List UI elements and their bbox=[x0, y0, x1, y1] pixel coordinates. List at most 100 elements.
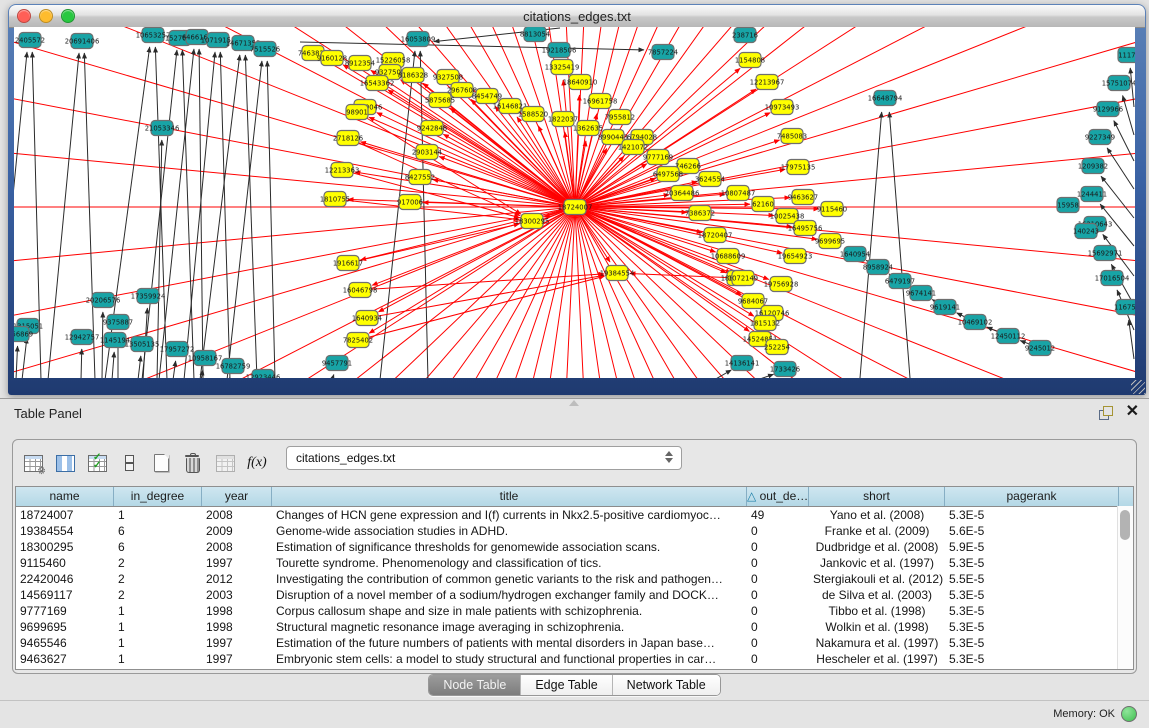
graph-node[interactable]: 1733426 bbox=[770, 362, 800, 377]
close-panel-icon[interactable]: ✕ bbox=[1126, 403, 1139, 421]
graph-node[interactable]: 9674141 bbox=[906, 286, 936, 301]
graph-node[interactable]: 238716 bbox=[732, 28, 758, 43]
table-row[interactable]: 1872400712008Changes of HCN gene express… bbox=[16, 507, 1133, 523]
graph-node[interactable]: 13325419 bbox=[545, 60, 580, 75]
graph-node[interactable]: 21053346 bbox=[145, 121, 180, 136]
graph-node[interactable]: 7955812 bbox=[605, 110, 635, 125]
graph-node[interactable]: 1815132 bbox=[750, 316, 780, 331]
table-header-row[interactable]: namein_degreeyeartitle△ out_de…shortpage… bbox=[16, 487, 1133, 507]
table-row[interactable]: 946554611997Estimation of the future num… bbox=[16, 635, 1133, 651]
graph-node[interactable]: 3624554 bbox=[695, 172, 725, 187]
graph-node[interactable]: 10807487 bbox=[721, 186, 756, 201]
column-header-pagerank[interactable]: pagerank bbox=[945, 487, 1119, 506]
column-header-year[interactable]: year bbox=[202, 487, 272, 506]
graph-node[interactable]: 9227349 bbox=[1085, 130, 1115, 145]
graph-node[interactable]: 8958924 bbox=[863, 260, 893, 275]
rows-icon[interactable] bbox=[119, 453, 139, 473]
row-check-icon[interactable]: ✓✓ bbox=[87, 453, 107, 473]
graph-node[interactable]: 14136141 bbox=[725, 356, 760, 371]
graph-node[interactable]: 16046798 bbox=[343, 283, 378, 298]
memory-status-icon[interactable] bbox=[1121, 706, 1137, 722]
graph-node[interactable]: 2405572 bbox=[15, 33, 45, 48]
table-settings-icon[interactable]: ⚙ bbox=[23, 453, 43, 473]
graph-node[interactable]: 12213967 bbox=[750, 75, 785, 90]
column-header-title[interactable]: title bbox=[272, 487, 747, 506]
graph-node[interactable]: 8186328 bbox=[398, 68, 428, 83]
table-row[interactable]: 946362711997Embryonic stem cells: a mode… bbox=[16, 651, 1133, 667]
graph-node[interactable]: 62160 bbox=[752, 197, 774, 212]
table-row[interactable]: 1456911722003Disruption of a novel membe… bbox=[16, 587, 1133, 603]
graph-node[interactable]: 17359924 bbox=[131, 289, 166, 304]
graph-node[interactable]: 5875685 bbox=[425, 93, 455, 108]
resize-grip-icon[interactable] bbox=[1131, 380, 1145, 394]
graph-node[interactable]: 9619141 bbox=[930, 300, 960, 315]
graph-node[interactable]: 9242848 bbox=[417, 121, 447, 136]
graph-node[interactable]: 2903144 bbox=[412, 145, 442, 160]
table-row[interactable]: 977716911998Corpus callosum shape and si… bbox=[16, 603, 1133, 619]
network-view-window[interactable]: citations_edges.txt 24055722069140610653… bbox=[8, 4, 1146, 395]
graph-node[interactable]: 9457791 bbox=[322, 356, 352, 371]
graph-node[interactable]: 1640954 bbox=[840, 247, 870, 262]
table-row[interactable]: 1830029562008Estimation of significance … bbox=[16, 539, 1133, 555]
graph-node[interactable]: 1588520 bbox=[518, 107, 548, 122]
graph-node[interactable]: 15751074 bbox=[1102, 76, 1135, 91]
graph-node[interactable]: 116753 bbox=[1114, 300, 1135, 315]
graph-node[interactable]: 7386372 bbox=[685, 206, 715, 221]
column-chooser-icon[interactable] bbox=[55, 453, 75, 473]
graph-node[interactable]: 8813054 bbox=[520, 27, 550, 42]
graph-node[interactable]: 19654923 bbox=[778, 249, 813, 264]
float-panel-icon[interactable] bbox=[1099, 406, 1113, 420]
graph-node[interactable]: 1810755 bbox=[320, 192, 350, 207]
table-body[interactable]: 1872400712008Changes of HCN gene express… bbox=[16, 507, 1133, 667]
graph-node[interactable]: 15692971 bbox=[1088, 246, 1123, 261]
graph-node[interactable]: 2718126 bbox=[333, 131, 363, 146]
graph-node[interactable]: 16648794 bbox=[868, 91, 903, 106]
graph-node[interactable]: 9129966 bbox=[1093, 102, 1123, 117]
graph-node[interactable]: 7485083 bbox=[777, 129, 807, 144]
graph-node[interactable]: 9245012 bbox=[1025, 341, 1055, 356]
column-header-in_degree[interactable]: in_degree bbox=[114, 487, 202, 506]
graph-node[interactable]: 19218506 bbox=[542, 43, 577, 58]
table-selector-dropdown[interactable]: citations_edges.txt bbox=[286, 446, 682, 470]
graph-node[interactable]: 19756928 bbox=[764, 277, 799, 292]
function-builder-icon[interactable]: f(x) bbox=[247, 453, 267, 473]
tab-node-table[interactable]: Node Table bbox=[429, 675, 520, 695]
graph-node[interactable]: 7825402 bbox=[343, 333, 373, 348]
graph-node[interactable]: 9115460 bbox=[817, 202, 847, 217]
graph-node[interactable]: 16961758 bbox=[583, 94, 618, 109]
graph-node[interactable]: 9777169 bbox=[643, 150, 673, 165]
graph-node[interactable]: 15958 bbox=[1057, 198, 1079, 213]
column-header-name[interactable]: name bbox=[16, 487, 114, 506]
graph-node[interactable]: 6497568 bbox=[653, 167, 683, 182]
window-titlebar[interactable]: citations_edges.txt bbox=[9, 5, 1145, 28]
tab-network-table[interactable]: Network Table bbox=[612, 675, 720, 695]
graph-node[interactable]: 11172 bbox=[1118, 48, 1135, 63]
graph-node[interactable]: 140243 bbox=[1073, 224, 1099, 239]
graph-node[interactable]: 8912354 bbox=[345, 56, 375, 71]
graph-node[interactable]: 18720407 bbox=[698, 228, 733, 243]
graph-node[interactable]: 252254 bbox=[764, 340, 790, 355]
graph-node[interactable]: 9375887 bbox=[103, 315, 133, 330]
trash-icon[interactable] bbox=[183, 453, 203, 473]
graph-node[interactable]: 1916617 bbox=[333, 256, 363, 271]
table-row[interactable]: 911546021997Tourette syndrome. Phenomeno… bbox=[16, 555, 1133, 571]
graph-node[interactable]: 20691406 bbox=[65, 34, 100, 49]
column-header-out_de[interactable]: △ out_de… bbox=[747, 487, 809, 506]
network-canvas[interactable]: 2405572206914061065325715276026466160107… bbox=[14, 27, 1135, 378]
graph-node[interactable]: 1244411 bbox=[1077, 187, 1107, 202]
graph-node[interactable]: 7857224 bbox=[648, 45, 678, 60]
node-table[interactable]: namein_degreeyeartitle△ out_de…shortpage… bbox=[15, 486, 1134, 670]
graph-node[interactable]: 1421072 bbox=[618, 140, 648, 155]
graph-node[interactable]: 1154808 bbox=[735, 53, 765, 68]
table-row[interactable]: 1938455462009Genome-wide association stu… bbox=[16, 523, 1133, 539]
graph-node[interactable]: 10688609 bbox=[711, 249, 746, 264]
table-row[interactable]: 969969511998Structural magnetic resonanc… bbox=[16, 619, 1133, 635]
new-table-icon[interactable] bbox=[151, 453, 171, 473]
graph-node[interactable]: 98901 bbox=[346, 105, 368, 120]
column-header-short[interactable]: short bbox=[809, 487, 945, 506]
graph-node[interactable]: 6479197 bbox=[885, 274, 915, 289]
graph-node[interactable]: 17016504 bbox=[1095, 271, 1130, 286]
scrollbar-thumb[interactable] bbox=[1120, 510, 1130, 540]
graph-node[interactable]: 1640934 bbox=[352, 311, 382, 326]
table-row[interactable]: 2242004622012Investigating the contribut… bbox=[16, 571, 1133, 587]
